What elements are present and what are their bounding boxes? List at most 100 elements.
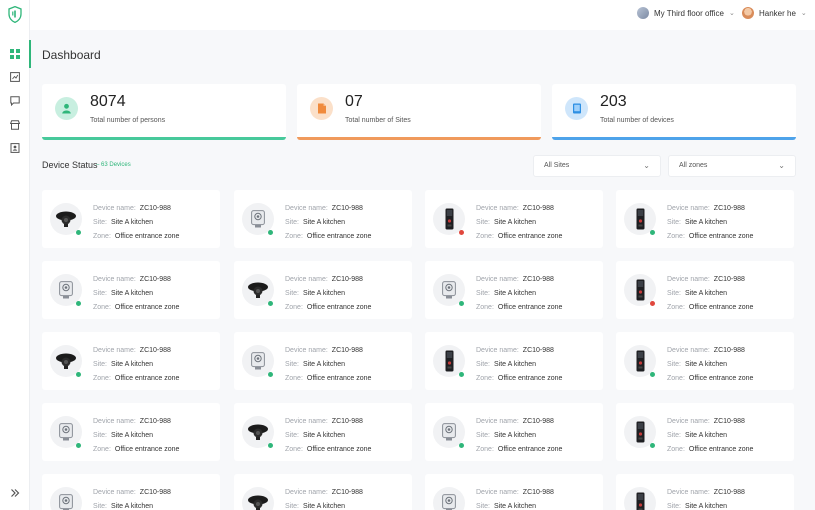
device-card[interactable]: Device name:ZC10-988Site:Site A kitchenZ…	[425, 474, 603, 510]
device-site-value: Site A kitchen	[494, 219, 537, 226]
device-zone-value: Office entrance zone	[497, 375, 563, 382]
site-switcher[interactable]: My Third floor office ⌄	[637, 7, 735, 19]
device-card[interactable]: Device name:ZC10-988Site:Site A kitchenZ…	[234, 332, 412, 390]
device-info: Device name:ZC10-988Site:Site A kitchenZ…	[285, 415, 371, 457]
device-zone-value: Office entrance zone	[688, 233, 754, 240]
device-site-label: Site:	[476, 503, 491, 510]
device-zone-label: Zone:	[285, 375, 303, 382]
device-site-value: Site A kitchen	[685, 432, 728, 439]
chevron-down-icon: ⌄	[800, 10, 807, 17]
device-name-row: Device name: ZC10-988	[667, 202, 753, 216]
zone-filter-select[interactable]: All zones ⌄	[668, 155, 796, 177]
face-scanner-icon	[442, 281, 456, 299]
double-chevron-right-icon	[11, 489, 20, 497]
stat-label: Total number of devices	[600, 117, 674, 124]
grid-icon	[10, 49, 20, 59]
device-status-title: Device Status	[42, 160, 98, 170]
device-site-row: Site: Site A kitchen	[476, 358, 562, 372]
device-site-row: Site: Site A kitchen	[476, 500, 562, 510]
status-dot	[459, 372, 464, 377]
device-card[interactable]: Device name:ZC10-988Site:Site A kitchenZ…	[42, 403, 220, 461]
device-card[interactable]: Device name:ZC10-988Site:Site A kitchenZ…	[425, 190, 603, 248]
device-zone-value: Office entrance zone	[114, 375, 180, 382]
device-site-value: Site A kitchen	[685, 219, 728, 226]
device-name-row: Device name: ZC10-988	[93, 202, 179, 216]
device-name-value: ZC10-988	[331, 489, 363, 496]
device-name-value: ZC10-988	[331, 347, 363, 354]
camera-icon	[56, 211, 76, 227]
device-site-value: Site A kitchen	[111, 432, 154, 439]
device-card[interactable]: Device name:ZC10-988Site:Site A kitchenZ…	[616, 474, 794, 510]
access-reader-icon	[445, 350, 453, 372]
device-name-value: ZC10-988	[713, 418, 745, 425]
device-site-value: Site A kitchen	[685, 361, 728, 368]
device-card[interactable]: Device name:ZC10-988Site:Site A kitchenZ…	[234, 403, 412, 461]
device-card[interactable]: Device name:ZC10-988Site:Site A kitchenZ…	[234, 261, 412, 319]
site-filter-select[interactable]: All Sites ⌄	[533, 155, 661, 177]
device-card[interactable]: Device name:ZC10-988Site:Site A kitchenZ…	[42, 332, 220, 390]
device-card[interactable]: Device name:ZC10-988Site:Site A kitchenZ…	[425, 261, 603, 319]
person-icon	[62, 103, 71, 114]
device-name-value: ZC10-988	[139, 347, 171, 354]
device-card[interactable]: Device name:ZC10-988Site:Site A kitchenZ…	[425, 403, 603, 461]
device-zone-value: Office entrance zone	[688, 375, 754, 382]
device-zone-row: Zone: Office entrance zone	[93, 230, 179, 244]
device-site-label: Site:	[667, 503, 682, 510]
stat-value: 203	[600, 93, 627, 110]
device-info: Device name:ZC10-988Site:Site A kitchenZ…	[476, 486, 562, 510]
device-card[interactable]: Device name:ZC10-988Site:Site A kitchenZ…	[42, 190, 220, 248]
device-card[interactable]: Device name:ZC10-988Site:Site A kitchenZ…	[425, 332, 603, 390]
device-name-row: Device name: ZC10-988	[476, 344, 562, 358]
device-thumbnail	[50, 487, 82, 510]
camera-icon	[248, 282, 268, 298]
device-info: Device name:ZC10-988Site:Site A kitchenZ…	[285, 273, 371, 315]
device-info: Device name:ZC10-988Site:Site A kitchenZ…	[667, 486, 753, 510]
device-zone-value: Office entrance zone	[114, 304, 180, 311]
device-name-label: Device name:	[476, 205, 519, 212]
status-dot	[650, 301, 655, 306]
device-zone-row: Zone: Office entrance zone	[93, 301, 179, 315]
device-site-row: Site: Site A kitchen	[667, 429, 753, 443]
device-card[interactable]: Device name:ZC10-988Site:Site A kitchenZ…	[616, 261, 794, 319]
sidebar-item-store[interactable]	[0, 115, 30, 135]
stat-icon-circle	[55, 97, 78, 120]
status-dot	[76, 443, 81, 448]
device-name-value: ZC10-988	[713, 205, 745, 212]
tablet-icon	[572, 103, 581, 114]
device-name-label: Device name:	[285, 489, 328, 496]
sidebar-item-dashboard[interactable]	[0, 40, 31, 68]
sidebar-item-messages[interactable]	[0, 91, 30, 111]
device-site-row: Site: Site A kitchen	[285, 429, 371, 443]
access-reader-icon	[636, 279, 644, 301]
device-site-label: Site:	[93, 503, 108, 510]
sidebar-item-persons[interactable]	[0, 138, 30, 158]
device-card[interactable]: Device name:ZC10-988Site:Site A kitchenZ…	[616, 190, 794, 248]
device-zone-value: Office entrance zone	[306, 304, 372, 311]
user-menu[interactable]: Hanker he ⌄	[742, 7, 807, 19]
device-info: Device name:ZC10-988Site:Site A kitchenZ…	[285, 486, 371, 510]
device-info: Device name:ZC10-988Site:Site A kitchenZ…	[667, 415, 753, 457]
device-site-value: Site A kitchen	[685, 503, 728, 510]
device-zone-value: Office entrance zone	[306, 375, 372, 382]
device-card[interactable]: Device name:ZC10-988Site:Site A kitchenZ…	[616, 403, 794, 461]
device-card[interactable]: Device name:ZC10-988Site:Site A kitchenZ…	[616, 332, 794, 390]
status-dot	[650, 372, 655, 377]
device-site-label: Site:	[285, 503, 300, 510]
device-card[interactable]: Device name:ZC10-988Site:Site A kitchenZ…	[234, 474, 412, 510]
device-site-value: Site A kitchen	[303, 503, 346, 510]
device-zone-label: Zone:	[93, 375, 111, 382]
device-card[interactable]: Device name:ZC10-988Site:Site A kitchenZ…	[42, 474, 220, 510]
device-zone-row: Zone: Office entrance zone	[93, 443, 179, 457]
device-card[interactable]: Device name:ZC10-988Site:Site A kitchenZ…	[234, 190, 412, 248]
device-zone-label: Zone:	[667, 304, 685, 311]
device-name-row: Device name: ZC10-988	[476, 486, 562, 500]
device-site-value: Site A kitchen	[494, 290, 537, 297]
sidebar-item-reports[interactable]	[0, 67, 30, 87]
top-header: My Third floor office ⌄ Hanker he ⌄	[30, 0, 815, 30]
device-zone-label: Zone:	[667, 446, 685, 453]
stat-value: 07	[345, 93, 363, 110]
device-card[interactable]: Device name:ZC10-988Site:Site A kitchenZ…	[42, 261, 220, 319]
device-name-label: Device name:	[285, 347, 328, 354]
device-site-row: Site: Site A kitchen	[93, 287, 179, 301]
sidebar-collapse-button[interactable]	[6, 484, 24, 502]
